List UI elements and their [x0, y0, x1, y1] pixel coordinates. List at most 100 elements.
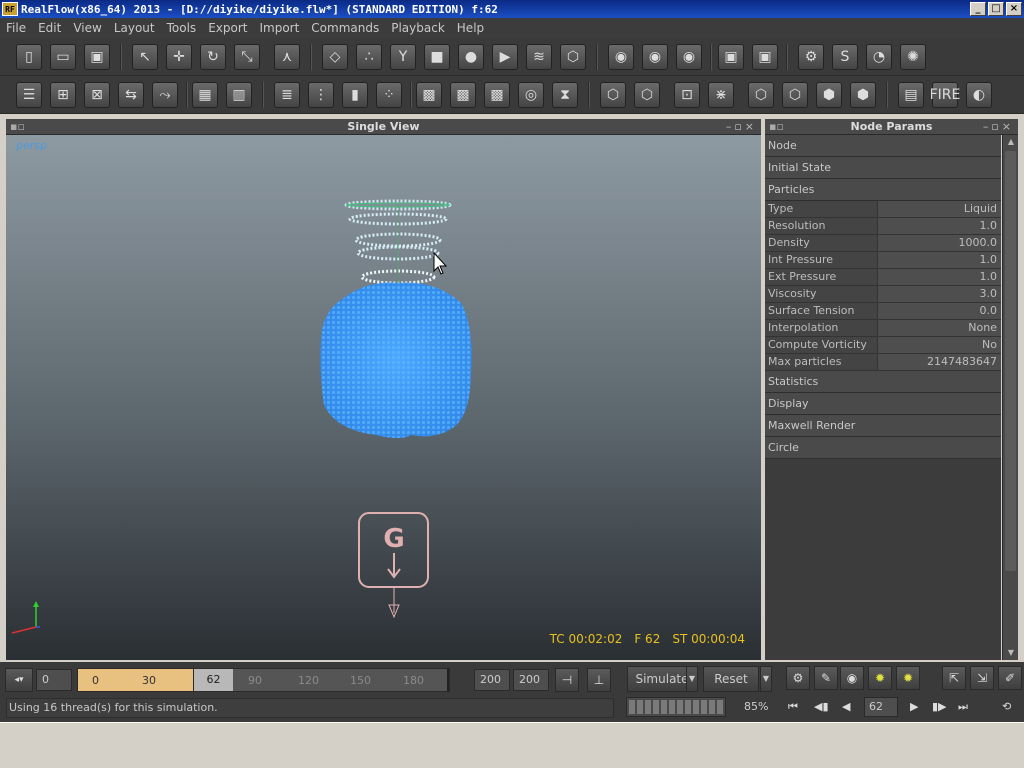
play-backward-icon[interactable]: ◀: [842, 700, 850, 713]
save-scene-icon[interactable]: ▣: [84, 44, 110, 70]
param-row-ext-pressure[interactable]: Ext Pressure 1.0: [765, 269, 1001, 286]
view-front-icon[interactable]: ⬡: [600, 82, 626, 108]
wrench-icon[interactable]: ✐: [998, 666, 1022, 690]
axis-tool-icon[interactable]: ⋏: [274, 44, 300, 70]
menu-import[interactable]: Import: [253, 21, 305, 35]
step-out-icon[interactable]: ⇲: [970, 666, 994, 690]
link-icon[interactable]: ⇆: [118, 82, 144, 108]
texture-4-icon[interactable]: ◎: [518, 82, 544, 108]
cube-object-icon[interactable]: ■: [424, 44, 450, 70]
unlink-icon[interactable]: ⤳: [152, 82, 178, 108]
current-frame-field[interactable]: 62: [864, 697, 898, 717]
menu-export[interactable]: Export: [202, 21, 253, 35]
end-frame-field[interactable]: 200: [474, 669, 510, 691]
list-icon[interactable]: ☰: [16, 82, 42, 108]
menu-layout[interactable]: Layout: [108, 21, 161, 35]
param-row-surface-tension[interactable]: Surface Tension 0.0: [765, 303, 1001, 320]
node-params-scrollbar[interactable]: ▲ ▼: [1002, 135, 1018, 660]
box-icon[interactable]: ▦: [192, 82, 218, 108]
param-row-max-particles[interactable]: Max particles 2147483647: [765, 354, 1001, 371]
menu-edit[interactable]: Edit: [32, 21, 67, 35]
section-display[interactable]: Display: [765, 393, 1001, 415]
render-settings-icon[interactable]: ▤: [898, 82, 924, 108]
shade-smooth-icon[interactable]: ⬢: [816, 82, 842, 108]
texture-2-icon[interactable]: ▩: [450, 82, 476, 108]
gear-yellow-2-icon[interactable]: ✹: [896, 666, 920, 690]
playback-mode-dropdown[interactable]: ◂▾: [5, 668, 33, 692]
param-row-viscosity[interactable]: Viscosity 3.0: [765, 286, 1001, 303]
view-persp-icon[interactable]: ⋇: [708, 82, 734, 108]
close-button[interactable]: ×: [1006, 2, 1022, 16]
loop-icon[interactable]: ⟲: [1002, 700, 1011, 713]
texture-3-icon[interactable]: ▩: [484, 82, 510, 108]
open-scene-icon[interactable]: ▭: [50, 44, 76, 70]
keyframe-right-icon[interactable]: ⊥: [587, 668, 611, 692]
go-to-start-icon[interactable]: ⏮: [788, 700, 798, 714]
section-particles[interactable]: Particles: [765, 179, 1001, 201]
step-forward-icon[interactable]: ▮▶: [932, 700, 947, 713]
max-frame-field[interactable]: 200: [513, 669, 549, 691]
scroll-down-icon[interactable]: ▼: [1003, 646, 1019, 660]
timeline-slider[interactable]: 0 30 62 90 120 150 180: [77, 668, 450, 692]
ruler-icon[interactable]: ▮: [342, 82, 368, 108]
reset-button[interactable]: Reset: [703, 666, 759, 692]
scrollbar-thumb[interactable]: [1005, 151, 1016, 571]
simulate-dropdown-icon[interactable]: ▼: [686, 666, 698, 692]
red-light-icon[interactable]: ◉: [676, 44, 702, 70]
hourglass-icon[interactable]: ⧗: [552, 82, 578, 108]
viewport-window-controls[interactable]: –▫×: [726, 119, 757, 135]
shade-solid-icon[interactable]: ⬢: [850, 82, 876, 108]
scale-tool-icon[interactable]: ⤡: [234, 44, 260, 70]
graph-icon[interactable]: ✺: [900, 44, 926, 70]
yellow-light-icon[interactable]: ◉: [642, 44, 668, 70]
fire-render-icon[interactable]: FIRE: [930, 82, 960, 108]
menu-commands[interactable]: Commands: [305, 21, 385, 35]
move-tool-icon[interactable]: ✛: [166, 44, 192, 70]
menu-view[interactable]: View: [67, 21, 107, 35]
rotate-tool-icon[interactable]: ↻: [200, 44, 226, 70]
gravity-daemon-icon[interactable]: G: [358, 512, 429, 619]
go-to-end-icon[interactable]: ⏭: [958, 700, 968, 714]
section-initial-state[interactable]: Initial State: [765, 157, 1001, 179]
maximize-button[interactable]: □: [988, 2, 1004, 16]
export-icon[interactable]: ▣: [718, 44, 744, 70]
objects-icon[interactable]: Y: [390, 44, 416, 70]
param-row-compute-vorticity[interactable]: Compute Vorticity No: [765, 337, 1001, 354]
node-params-window-controls[interactable]: –▫×: [983, 119, 1014, 135]
param-row-type[interactable]: Type Liquid: [765, 201, 1001, 218]
keyframe-left-icon[interactable]: ⊣: [555, 668, 579, 692]
menu-file[interactable]: File: [0, 21, 32, 35]
texture-1-icon[interactable]: ▩: [416, 82, 442, 108]
mesh-icon[interactable]: ●: [458, 44, 484, 70]
view-top-icon[interactable]: ⊡: [674, 82, 700, 108]
script-run-icon[interactable]: ⚙: [798, 44, 824, 70]
section-circle[interactable]: Circle: [765, 437, 1001, 459]
gear-yellow-icon[interactable]: ✹: [868, 666, 892, 690]
export-red-icon[interactable]: ▣: [752, 44, 778, 70]
section-node[interactable]: Node: [765, 135, 1001, 157]
new-scene-icon[interactable]: ▯: [16, 44, 42, 70]
section-maxwell-render[interactable]: Maxwell Render: [765, 415, 1001, 437]
render-preview-icon[interactable]: ◐: [966, 82, 992, 108]
param-row-int-pressure[interactable]: Int Pressure 1.0: [765, 252, 1001, 269]
grid-domain-icon[interactable]: ⬡: [560, 44, 586, 70]
panel-grip-icon[interactable]: ▪▫: [769, 119, 784, 135]
sim-options-icon[interactable]: ⚙: [786, 666, 810, 690]
nodes-icon[interactable]: ⋮: [308, 82, 334, 108]
shade-flat-icon[interactable]: ⬡: [782, 82, 808, 108]
start-frame-field[interactable]: 0: [36, 669, 72, 691]
box-open-icon[interactable]: ▥: [226, 82, 252, 108]
emitters-icon[interactable]: ◇: [322, 44, 348, 70]
select-tool-icon[interactable]: ↖: [132, 44, 158, 70]
param-row-interpolation[interactable]: Interpolation None: [765, 320, 1001, 337]
single-view-viewport[interactable]: persp G TC 00:02:02 F 62 ST 00:00:04: [6, 135, 761, 660]
step-in-icon[interactable]: ⇱: [942, 666, 966, 690]
play-forward-icon[interactable]: ▶: [910, 700, 918, 713]
camera-icon[interactable]: ▶: [492, 44, 518, 70]
eye-icon[interactable]: ◉: [840, 666, 864, 690]
shade-wire-icon[interactable]: ⬡: [748, 82, 774, 108]
param-row-density[interactable]: Density 1000.0: [765, 235, 1001, 252]
green-light-icon[interactable]: ◉: [608, 44, 634, 70]
current-frame-marker[interactable]: 62: [193, 669, 233, 691]
timer-icon[interactable]: ◔: [866, 44, 892, 70]
